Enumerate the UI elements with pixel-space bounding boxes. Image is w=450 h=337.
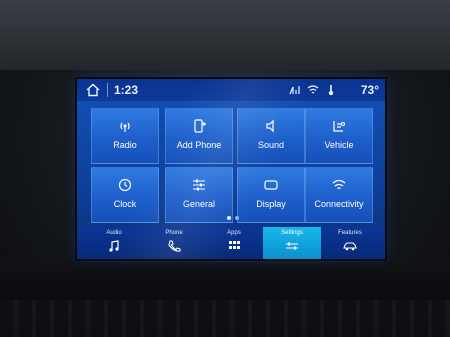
radio-icon xyxy=(120,122,130,132)
music-note-icon xyxy=(109,240,119,252)
display-icon xyxy=(264,180,278,190)
clock-time: 1:23 xyxy=(114,83,139,97)
page-dot[interactable] xyxy=(227,216,231,220)
nav-label: Audio xyxy=(106,230,122,236)
nav-label: Phone xyxy=(165,230,183,236)
settings-icon xyxy=(286,242,298,250)
nav-apps[interactable]: Apps xyxy=(205,227,263,259)
outdoor-temp-icon xyxy=(325,83,337,96)
tile-vehicle[interactable]: Vehicle xyxy=(305,108,373,164)
nav-label: Settings xyxy=(281,230,303,236)
tile-sound[interactable]: Sound xyxy=(237,108,305,164)
sliders-icon xyxy=(193,179,205,191)
tile-clock[interactable]: Clock xyxy=(91,167,159,223)
nav-label: Features xyxy=(338,230,362,236)
tile-radio[interactable]: Radio xyxy=(91,108,159,164)
page-indicator xyxy=(227,216,239,220)
add-phone-icon xyxy=(194,119,206,133)
temperature: 73° xyxy=(360,83,379,97)
tile-label: Connectivity xyxy=(314,199,364,209)
phone-icon xyxy=(168,240,181,252)
wifi-status-icon xyxy=(307,83,319,96)
tile-label: Add Phone xyxy=(176,140,222,150)
status-icons xyxy=(289,83,337,96)
nav-phone[interactable]: Phone xyxy=(145,227,203,259)
infotainment-screen: 1:23 73° Radio Add Phone Sound Vehicle C… xyxy=(77,79,385,259)
nav-audio[interactable]: Audio xyxy=(85,227,143,259)
tile-label: Display xyxy=(256,199,286,209)
apps-grid-icon xyxy=(229,241,240,249)
clock-icon xyxy=(118,178,132,192)
signal-icon xyxy=(289,83,301,96)
status-bar: 1:23 73° xyxy=(77,79,385,101)
nav-settings[interactable]: Settings xyxy=(263,227,321,259)
air-vent xyxy=(0,300,450,337)
status-divider xyxy=(107,83,108,97)
wifi-icon xyxy=(332,179,346,190)
tile-label: Clock xyxy=(113,199,137,209)
tile-label: General xyxy=(182,199,216,209)
tile-display[interactable]: Display xyxy=(237,167,305,223)
page-dot[interactable] xyxy=(235,216,239,220)
home-icon[interactable] xyxy=(86,83,100,97)
vehicle-icon xyxy=(333,121,345,132)
tile-label: Vehicle xyxy=(324,140,354,150)
bottom-nav-bar: Audio Phone Apps Settings Features xyxy=(77,227,385,259)
nav-label: Apps xyxy=(227,230,241,236)
tile-label: Sound xyxy=(257,140,285,150)
car-icon xyxy=(343,242,357,251)
tile-connectivity[interactable]: Connectivity xyxy=(305,167,373,223)
tile-label: Radio xyxy=(113,140,137,150)
tile-add-phone[interactable]: Add Phone xyxy=(165,108,233,164)
tile-general[interactable]: General xyxy=(165,167,233,223)
dashboard-bezel-top xyxy=(0,0,450,70)
speaker-icon xyxy=(266,119,274,133)
nav-features[interactable]: Features xyxy=(321,227,379,259)
